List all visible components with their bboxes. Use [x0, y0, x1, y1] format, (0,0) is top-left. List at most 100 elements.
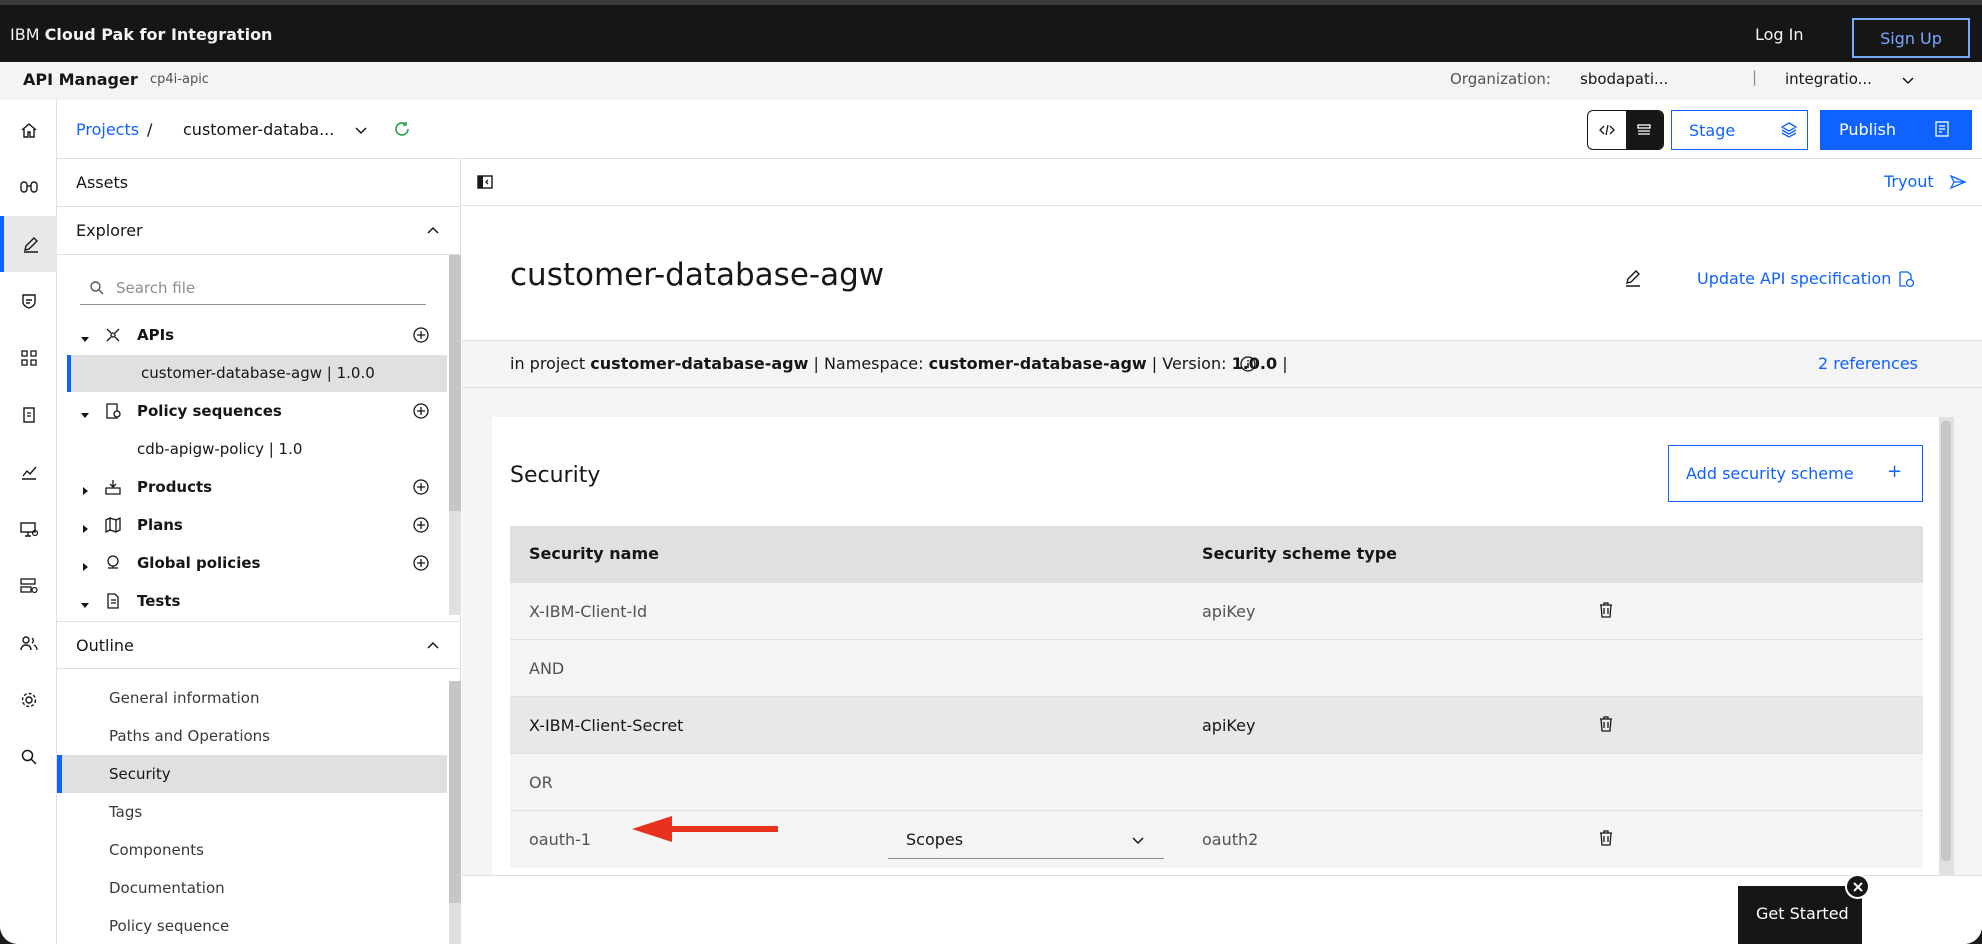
refresh-icon[interactable] — [393, 120, 411, 142]
breadcrumb-project-selector[interactable]: customer-databa... — [183, 120, 334, 139]
information-icon[interactable] — [1239, 355, 1257, 377]
search-file-input[interactable] — [116, 271, 416, 304]
add-circle-icon[interactable] — [412, 554, 430, 576]
analytics-icon[interactable] — [0, 444, 57, 500]
caret-right-icon[interactable] — [80, 482, 90, 500]
api-icon — [104, 326, 122, 348]
tree-node-apis[interactable]: APIs — [57, 317, 447, 354]
users-icon[interactable] — [0, 615, 57, 671]
caret-right-icon[interactable] — [80, 520, 90, 538]
catalog-selector[interactable]: integratio... — [1785, 70, 1872, 88]
add-circle-icon[interactable] — [412, 326, 430, 348]
explorer-scroll-thumb[interactable] — [449, 255, 461, 511]
header-security-name: Security name — [529, 544, 659, 563]
code-view-icon[interactable] — [1588, 111, 1626, 149]
document-sync-icon[interactable] — [1897, 270, 1915, 292]
outline-item-general-information[interactable]: General information — [57, 679, 447, 717]
chevron-down-icon[interactable] — [1900, 72, 1916, 92]
outline-label: Paths and Operations — [109, 727, 270, 745]
scopes-dropdown[interactable]: Scopes — [888, 819, 1164, 859]
trash-icon[interactable] — [1598, 829, 1614, 851]
signup-button[interactable]: Sign Up — [1852, 18, 1970, 58]
chevron-up-icon[interactable] — [425, 223, 441, 243]
breadcrumb-projects-link[interactable]: Projects — [76, 120, 139, 139]
binoculars-icon[interactable] — [0, 159, 57, 215]
security-name-cell: oauth-1 — [529, 830, 592, 849]
outline-item-tags[interactable]: Tags — [57, 793, 447, 831]
collapse-panel-icon[interactable] — [477, 174, 493, 194]
explorer-header[interactable]: Explorer — [57, 207, 461, 255]
document-icon[interactable] — [0, 387, 57, 443]
apps-icon[interactable] — [0, 330, 57, 386]
caret-down-icon[interactable] — [80, 330, 90, 348]
left-rail — [0, 100, 57, 944]
outline-item-policy-sequence[interactable]: Policy sequence — [57, 907, 447, 944]
view-toggle[interactable] — [1587, 110, 1664, 150]
outline-header[interactable]: Outline — [57, 621, 461, 669]
add-circle-icon[interactable] — [412, 478, 430, 500]
tree-node-global-policies[interactable]: Global policies — [57, 545, 447, 582]
publish-button[interactable]: Publish — [1820, 110, 1972, 150]
outline-label: Tags — [109, 803, 143, 821]
outline-item-security[interactable]: Security — [57, 755, 447, 793]
red-arrow-annotation — [630, 809, 780, 853]
add-circle-icon[interactable] — [412, 402, 430, 424]
search-icon[interactable] — [0, 729, 57, 785]
tree-label: Products — [137, 478, 213, 496]
header-security-type: Security scheme type — [1202, 544, 1397, 563]
close-icon[interactable] — [1845, 874, 1870, 899]
tree-node-tests[interactable]: Tests — [57, 583, 447, 620]
get-started-button[interactable]: Get Started — [1738, 886, 1862, 944]
tryout-link[interactable]: Tryout — [1884, 172, 1934, 191]
outline-item-documentation[interactable]: Documentation — [57, 869, 447, 907]
trash-icon[interactable] — [1598, 601, 1614, 623]
trash-icon[interactable] — [1598, 715, 1614, 737]
organization-selector[interactable]: sbodapati... — [1580, 70, 1668, 88]
policy-icon — [104, 402, 122, 424]
login-link[interactable]: Log In — [1755, 25, 1804, 44]
outline-item-paths[interactable]: Paths and Operations — [57, 717, 447, 755]
sub-header: API Manager cp4i-apic Organization: sbod… — [0, 62, 1982, 100]
tree-node-plans[interactable]: Plans — [57, 507, 447, 544]
chevron-down-icon[interactable] — [353, 122, 369, 142]
tree-node-products[interactable]: Products — [57, 469, 447, 506]
map-icon — [104, 516, 122, 538]
outline-label: Policy sequence — [109, 917, 230, 935]
outline-item-components[interactable]: Components — [57, 831, 447, 869]
monitor-icon[interactable] — [0, 501, 57, 557]
joiner-and: AND — [529, 659, 565, 678]
security-name-cell: X-IBM-Client-Id — [529, 602, 648, 621]
add-circle-icon[interactable] — [412, 516, 430, 538]
edit-icon[interactable] — [0, 216, 57, 272]
edit-icon[interactable] — [1624, 269, 1642, 291]
stage-button[interactable]: Stage — [1671, 110, 1808, 150]
send-icon[interactable] — [1949, 173, 1967, 195]
assets-sidebar: Assets Explorer APIs customer-database-a… — [57, 159, 461, 944]
table-header: Security name Security scheme type — [510, 526, 1923, 582]
caret-right-icon[interactable] — [80, 558, 90, 576]
form-view-icon[interactable] — [1625, 111, 1663, 149]
tree-node-policy-sequences[interactable]: Policy sequences — [57, 393, 447, 430]
settings-icon[interactable] — [0, 672, 57, 728]
brand-title[interactable]: IBM Cloud Pak for Integration — [10, 25, 272, 44]
chevron-down-icon — [1130, 832, 1146, 852]
test-icon — [104, 592, 122, 614]
caret-down-icon[interactable] — [80, 406, 90, 424]
add-security-scheme-button[interactable]: Add security scheme + — [1668, 445, 1923, 502]
caret-down-icon[interactable] — [80, 596, 90, 614]
update-api-specification-link[interactable]: Update API specification — [1697, 269, 1891, 288]
chevron-up-icon[interactable] — [425, 638, 441, 658]
publish-icon — [1933, 120, 1951, 142]
tree-label: Plans — [137, 516, 183, 534]
security-card: Security Add security scheme + Security … — [492, 417, 1954, 875]
tree-leaf-api[interactable]: customer-database-agw | 1.0.0 — [67, 355, 447, 392]
instance-name: cp4i-apic — [150, 72, 209, 87]
servers-icon[interactable] — [0, 558, 57, 614]
outline-label: Components — [109, 841, 204, 859]
outline-scroll-thumb[interactable] — [449, 681, 461, 903]
content-scroll-thumb[interactable] — [1941, 421, 1951, 861]
tree-leaf-policy[interactable]: cdb-apigw-policy | 1.0 — [67, 431, 447, 468]
references-link[interactable]: 2 references — [1818, 354, 1918, 373]
shield-icon[interactable] — [0, 273, 57, 329]
home-icon[interactable] — [0, 102, 57, 158]
